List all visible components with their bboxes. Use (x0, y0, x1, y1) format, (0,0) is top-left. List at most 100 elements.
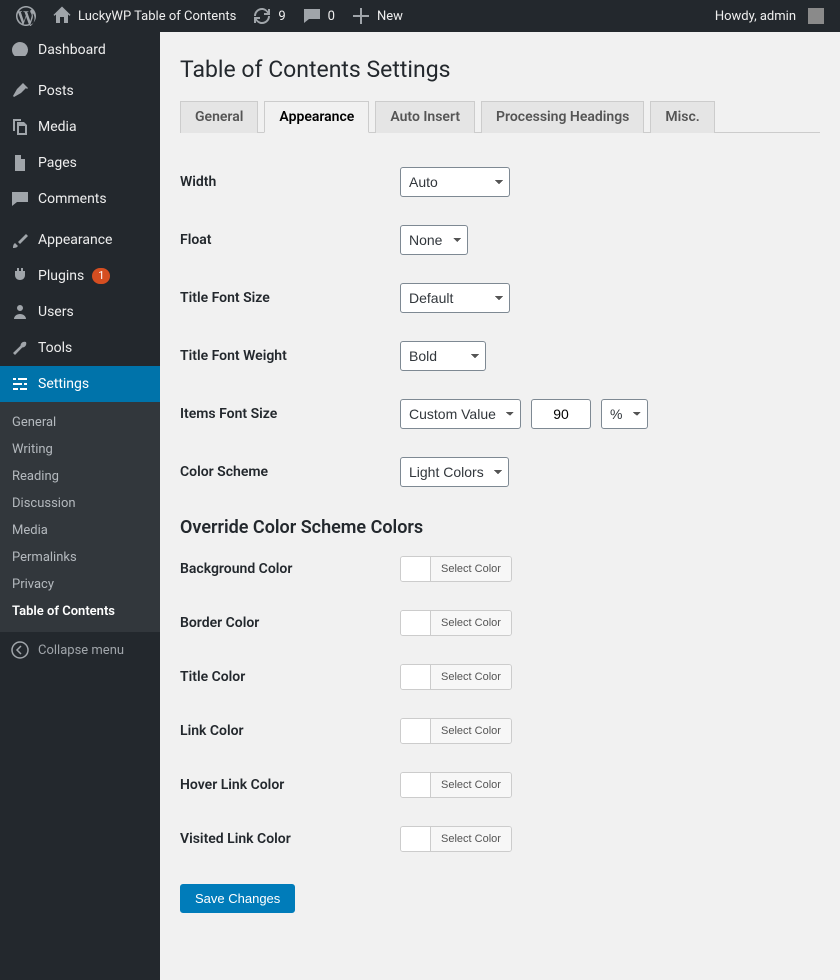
sidebar-item-dashboard[interactable]: Dashboard (0, 32, 160, 68)
plugin-icon (10, 266, 30, 286)
settings-tabs: General Appearance Auto Insert Processin… (180, 101, 820, 133)
title-font-size-select[interactable]: Default (400, 283, 510, 313)
sidebar-item-label: Appearance (38, 232, 112, 248)
color-swatch (401, 665, 431, 689)
comment-icon (10, 189, 30, 209)
submenu-reading[interactable]: Reading (0, 463, 160, 490)
items-font-size-label: Items Font Size (180, 406, 400, 422)
sidebar-item-users[interactable]: Users (0, 294, 160, 330)
select-color-button[interactable]: Select Color (431, 557, 511, 581)
new-content-link[interactable]: New (343, 0, 411, 32)
title-font-size-label: Title Font Size (180, 290, 400, 306)
sidebar-item-pages[interactable]: Pages (0, 145, 160, 181)
dashboard-icon (10, 40, 30, 60)
link-color-label: Link Color (180, 723, 400, 739)
color-scheme-select[interactable]: Light Colors (400, 457, 509, 487)
settings-submenu: General Writing Reading Discussion Media… (0, 402, 160, 632)
select-color-button[interactable]: Select Color (431, 665, 511, 689)
submenu-discussion[interactable]: Discussion (0, 490, 160, 517)
color-swatch (401, 827, 431, 851)
sliders-icon (10, 374, 30, 394)
width-label: Width (180, 174, 400, 190)
width-select[interactable]: Auto (400, 167, 510, 197)
tab-auto-insert[interactable]: Auto Insert (375, 101, 475, 133)
new-label: New (377, 9, 403, 24)
wp-logo[interactable] (8, 0, 44, 32)
tab-misc[interactable]: Misc. (650, 101, 714, 133)
color-swatch (401, 773, 431, 797)
title-font-weight-select[interactable]: Bold (400, 341, 486, 371)
sidebar-item-comments[interactable]: Comments (0, 181, 160, 217)
submenu-general[interactable]: General (0, 409, 160, 436)
account-link[interactable]: Howdy, admin (707, 0, 832, 32)
tab-processing-headings[interactable]: Processing Headings (481, 101, 644, 133)
comment-icon (302, 6, 322, 26)
collapse-icon (10, 640, 30, 660)
brush-icon (10, 230, 30, 250)
greeting-text: Howdy, admin (715, 9, 796, 24)
site-name: LuckyWP Table of Contents (78, 9, 236, 24)
tab-general[interactable]: General (180, 101, 258, 133)
sidebar-item-appearance[interactable]: Appearance (0, 222, 160, 258)
site-name-link[interactable]: LuckyWP Table of Contents (44, 0, 244, 32)
color-scheme-label: Color Scheme (180, 464, 400, 480)
sidebar-item-settings[interactable]: Settings (0, 366, 160, 402)
title-color-picker[interactable]: Select Color (400, 664, 512, 690)
pin-icon (10, 81, 30, 101)
sidebar-item-tools[interactable]: Tools (0, 330, 160, 366)
wrench-icon (10, 338, 30, 358)
title-color-label: Title Color (180, 669, 400, 685)
updates-link[interactable]: 9 (244, 0, 293, 32)
items-font-size-mode-select[interactable]: Custom Value (400, 399, 521, 429)
color-swatch (401, 611, 431, 635)
comments-link[interactable]: 0 (294, 0, 343, 32)
sidebar-item-label: Plugins (38, 268, 84, 284)
color-swatch (401, 719, 431, 743)
submenu-permalinks[interactable]: Permalinks (0, 544, 160, 571)
submenu-media[interactable]: Media (0, 517, 160, 544)
sidebar-item-plugins[interactable]: Plugins 1 (0, 258, 160, 294)
sidebar-item-posts[interactable]: Posts (0, 73, 160, 109)
float-select[interactable]: None (400, 225, 468, 255)
select-color-button[interactable]: Select Color (431, 773, 511, 797)
update-badge: 1 (92, 268, 110, 284)
items-font-size-input[interactable] (531, 399, 591, 429)
tab-appearance[interactable]: Appearance (264, 101, 369, 133)
submenu-writing[interactable]: Writing (0, 436, 160, 463)
sidebar-item-label: Comments (38, 191, 107, 207)
color-swatch (401, 557, 431, 581)
updates-count: 9 (278, 9, 285, 24)
items-font-size-unit-select[interactable]: % (601, 399, 648, 429)
hover-link-color-label: Hover Link Color (180, 777, 400, 793)
sidebar-item-label: Media (38, 119, 77, 135)
collapse-menu-button[interactable]: Collapse menu (0, 632, 160, 668)
title-font-weight-label: Title Font Weight (180, 348, 400, 364)
user-icon (10, 302, 30, 322)
border-color-picker[interactable]: Select Color (400, 610, 512, 636)
link-color-picker[interactable]: Select Color (400, 718, 512, 744)
submenu-privacy[interactable]: Privacy (0, 571, 160, 598)
visited-link-color-picker[interactable]: Select Color (400, 826, 512, 852)
sidebar-item-media[interactable]: Media (0, 109, 160, 145)
save-button[interactable]: Save Changes (180, 884, 295, 913)
float-label: Float (180, 232, 400, 248)
select-color-button[interactable]: Select Color (431, 719, 511, 743)
visited-link-color-label: Visited Link Color (180, 831, 400, 847)
background-color-label: Background Color (180, 561, 400, 577)
sidebar-item-label: Users (38, 304, 74, 320)
refresh-icon (252, 6, 272, 26)
page-title: Table of Contents Settings (180, 56, 820, 83)
hover-link-color-picker[interactable]: Select Color (400, 772, 512, 798)
select-color-button[interactable]: Select Color (431, 827, 511, 851)
main-content: Table of Contents Settings General Appea… (160, 32, 840, 980)
submenu-table-of-contents[interactable]: Table of Contents (0, 598, 160, 625)
select-color-button[interactable]: Select Color (431, 611, 511, 635)
avatar (808, 8, 824, 24)
comments-count: 0 (328, 9, 335, 24)
sidebar-item-label: Settings (38, 376, 89, 392)
home-icon (52, 6, 72, 26)
wordpress-icon (16, 6, 36, 26)
sidebar-item-label: Pages (38, 155, 77, 171)
background-color-picker[interactable]: Select Color (400, 556, 512, 582)
collapse-label: Collapse menu (38, 643, 124, 658)
